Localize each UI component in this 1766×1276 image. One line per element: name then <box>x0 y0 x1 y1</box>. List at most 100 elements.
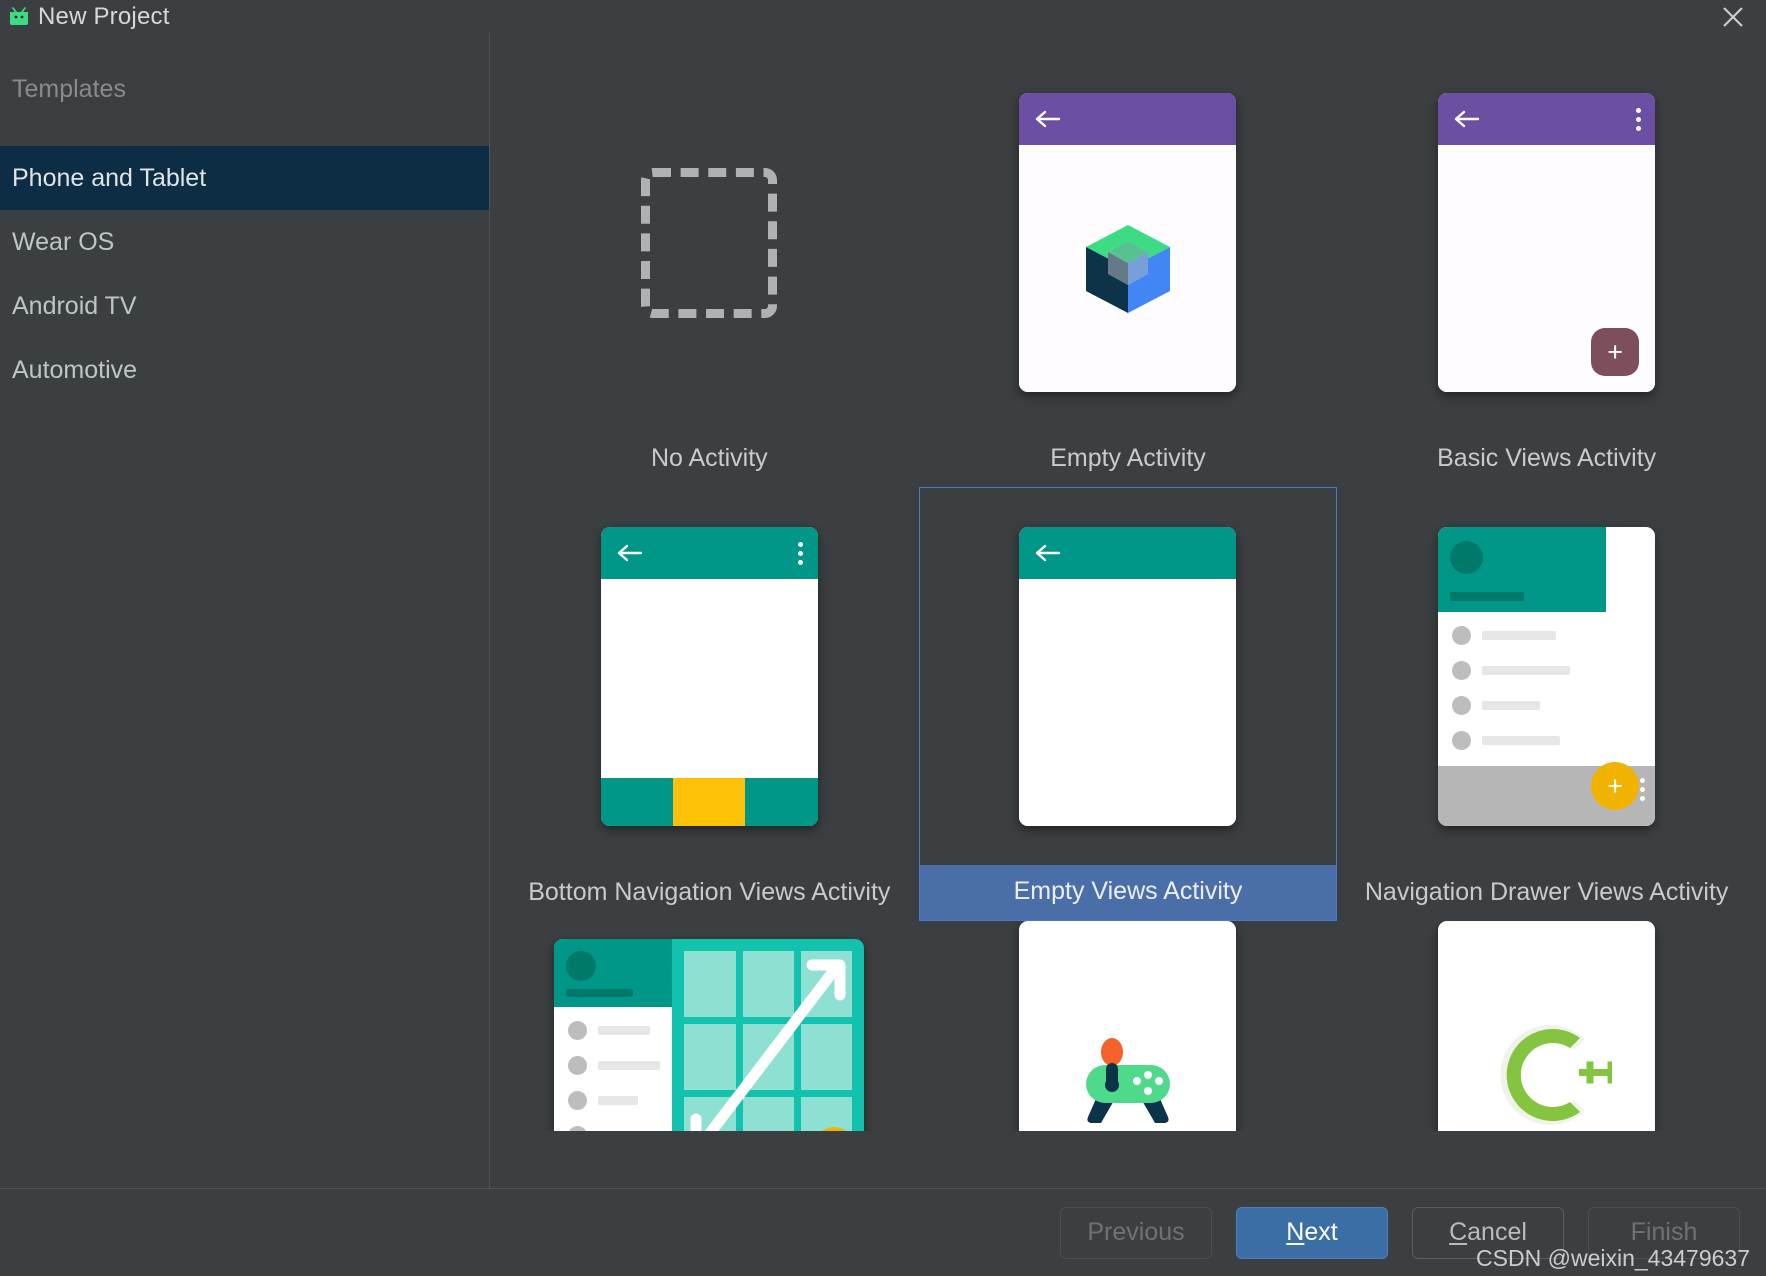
preview-content <box>1019 579 1237 826</box>
item-icon <box>568 1021 588 1040</box>
template-grid: No Activity Empty Activity + Basic Views… <box>490 53 1766 1131</box>
item-text-placeholder <box>598 1096 639 1105</box>
sidebar-item-label: Wear OS <box>12 227 115 256</box>
template-label: Navigation Drawer Views Activity <box>1364 878 1729 906</box>
item-text-placeholder <box>598 1061 661 1070</box>
template-thumbnail <box>500 53 919 432</box>
templates-sidebar: Templates Phone and Tablet Wear OS Andro… <box>0 33 490 1188</box>
back-arrow-icon <box>1033 108 1063 130</box>
template-thumbnail <box>920 488 1337 865</box>
overflow-menu-icon <box>798 541 804 565</box>
next-button[interactable]: Next <box>1236 1206 1388 1259</box>
sidebar-item-phone-and-tablet[interactable]: Phone and Tablet <box>0 146 489 210</box>
drawer-item-list <box>554 1007 672 1131</box>
back-arrow-icon <box>1452 108 1482 130</box>
list-item <box>554 1126 672 1131</box>
bottom-nav-item-selected <box>673 778 746 826</box>
preview-content <box>1019 145 1237 392</box>
item-text-placeholder <box>598 1026 651 1035</box>
sidebar-item-label: Phone and Tablet <box>12 163 207 192</box>
sidebar-item-label: Automotive <box>12 355 138 384</box>
item-text-placeholder <box>1482 631 1557 640</box>
list-item <box>1438 661 1606 680</box>
overflow-menu-wrap <box>1639 778 1645 801</box>
drawer-panel <box>554 939 673 1131</box>
preview-app-bar <box>1438 93 1656 145</box>
responsive-grid: + <box>672 939 865 1131</box>
next-button-label: ext <box>1304 1218 1338 1246</box>
item-text-placeholder <box>1482 666 1571 675</box>
game-activity-preview <box>1019 921 1237 1131</box>
template-thumbnail <box>919 53 1338 432</box>
dialog-body: Templates Phone and Tablet Wear OS Andro… <box>0 33 1766 1188</box>
drawer-headline-placeholder <box>566 989 634 997</box>
drawer-header <box>1438 527 1607 612</box>
item-icon <box>568 1126 588 1131</box>
sidebar-item-android-tv[interactable]: Android TV <box>0 274 489 338</box>
preview-content <box>600 579 818 778</box>
item-icon <box>1452 626 1472 645</box>
template-thumbnail: + <box>500 921 919 1131</box>
template-card-bottom-navigation-views-activity[interactable]: Bottom Navigation Views Activity <box>500 487 919 921</box>
item-icon <box>1452 696 1472 715</box>
floating-action-button-icon: + <box>1591 762 1640 810</box>
drawer-headline-placeholder <box>1450 592 1525 601</box>
template-card-responsive-views-activity[interactable]: + <box>500 921 919 1131</box>
sidebar-heading: Templates <box>12 75 126 103</box>
previous-button-label: Previous <box>1087 1218 1185 1246</box>
basic-views-phone-preview: + <box>1438 93 1656 392</box>
template-card-no-activity[interactable]: No Activity <box>500 53 919 487</box>
list-item <box>554 1056 672 1075</box>
close-icon[interactable] <box>1718 2 1748 32</box>
list-item <box>1438 626 1606 645</box>
item-icon <box>1452 731 1472 750</box>
dashed-placeholder-icon <box>641 167 778 318</box>
bottom-nav-phone-preview <box>600 527 818 826</box>
bottom-nav-item <box>745 778 818 826</box>
dialog-title-bar: New Project <box>0 0 1766 33</box>
template-gallery[interactable]: No Activity Empty Activity + Basic Views… <box>490 33 1766 1188</box>
bottom-navigation-bar <box>600 778 818 826</box>
sidebar-item-automotive[interactable]: Automotive <box>0 338 489 402</box>
cpp-logo-icon <box>1482 1020 1622 1131</box>
template-card-navigation-drawer-views-activity[interactable]: + Navigation Drawer Views Activity <box>1337 487 1756 921</box>
avatar <box>1450 541 1484 574</box>
list-item <box>554 1021 672 1040</box>
template-card-native-cpp[interactable] <box>1337 921 1756 1131</box>
template-thumbnail <box>500 487 919 866</box>
finish-button[interactable]: Finish <box>1588 1206 1740 1259</box>
list-item <box>1438 696 1606 715</box>
gamepad-icon <box>1068 1025 1188 1130</box>
list-item <box>1438 731 1606 750</box>
next-button-mnemonic: N <box>1286 1218 1305 1246</box>
template-card-empty-activity[interactable]: Empty Activity <box>919 53 1338 487</box>
finish-button-label: Finish <box>1630 1218 1698 1246</box>
template-thumbnail: + <box>1337 53 1756 432</box>
overflow-menu-icon <box>1635 107 1641 131</box>
drawer-scrim: + <box>1438 762 1656 826</box>
new-project-dialog: New Project Templates Phone and Tablet W… <box>0 0 1766 1276</box>
compose-phone-preview <box>1019 93 1237 392</box>
back-arrow-icon <box>615 542 645 564</box>
template-card-game-activity[interactable] <box>919 921 1338 1131</box>
template-card-basic-views-activity[interactable]: + Basic Views Activity <box>1337 53 1756 487</box>
empty-views-phone-preview <box>1019 527 1237 826</box>
cancel-button[interactable]: Cancel <box>1412 1206 1564 1259</box>
back-arrow-icon <box>1033 542 1063 564</box>
list-item <box>554 1091 672 1110</box>
template-thumbnail: + <box>1337 487 1756 866</box>
template-thumbnail <box>919 921 1338 1131</box>
previous-button[interactable]: Previous <box>1060 1206 1212 1259</box>
sidebar-item-wear-os[interactable]: Wear OS <box>0 210 489 274</box>
preview-content: + <box>1438 145 1656 392</box>
avatar <box>566 951 597 981</box>
template-label: Empty Views Activity <box>919 865 1337 920</box>
bottom-nav-item <box>600 778 674 826</box>
nav-drawer-phone-preview: + <box>1438 527 1656 826</box>
template-card-empty-views-activity[interactable]: Empty Views Activity <box>918 487 1338 921</box>
item-text-placeholder <box>1482 736 1561 745</box>
item-icon <box>568 1056 588 1075</box>
item-icon <box>568 1091 588 1110</box>
dialog-title: New Project <box>38 2 170 30</box>
resize-diagonal-arrow-icon <box>690 959 846 1131</box>
